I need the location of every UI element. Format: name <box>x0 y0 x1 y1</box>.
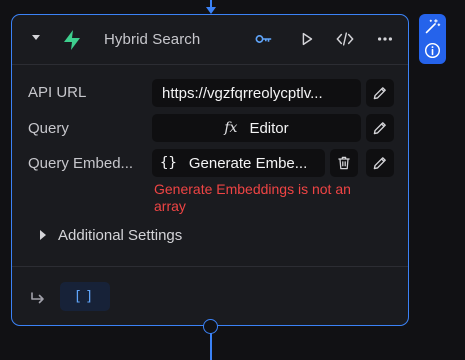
chevron-down-icon[interactable] <box>32 35 40 40</box>
query-embedding-label: Query Embed... <box>28 155 134 172</box>
node-header[interactable]: Hybrid Search <box>12 15 408 64</box>
query-embedding-value: Generate Embe... <box>188 154 308 172</box>
api-url-value: https://vgzfqrreolycptlv... <box>162 84 323 102</box>
outgoing-edge <box>210 333 212 360</box>
supabase-logo-icon <box>64 30 80 50</box>
function-icon: 𝑓x <box>224 120 238 136</box>
query-editor-value: Editor <box>249 119 289 137</box>
play-icon[interactable] <box>298 30 316 48</box>
incoming-edge-arrow <box>206 7 216 14</box>
pencil-icon <box>373 157 386 170</box>
validation-error-message: Generate Embeddings is not an array <box>154 181 351 214</box>
node-title: Hybrid Search <box>104 31 201 48</box>
query-embedding-delete-button[interactable] <box>330 149 358 177</box>
query-edit-button[interactable] <box>366 114 394 142</box>
query-embedding-edit-button[interactable] <box>366 149 394 177</box>
query-embedding-field[interactable]: {} Generate Embe... <box>152 149 325 177</box>
pencil-icon <box>373 122 386 135</box>
api-url-edit-button[interactable] <box>366 79 394 107</box>
trash-icon <box>338 156 350 170</box>
query-label: Query <box>28 120 69 137</box>
header-divider <box>12 64 408 65</box>
output-arrow-icon <box>31 292 44 304</box>
info-icon[interactable] <box>424 42 441 59</box>
output-divider <box>12 266 408 267</box>
braces-icon: {} <box>160 155 177 171</box>
key-icon[interactable] <box>255 30 273 48</box>
additional-settings-toggle[interactable]: Additional Settings <box>58 227 182 244</box>
pencil-icon <box>373 87 386 100</box>
hybrid-search-node[interactable]: Hybrid Search API URL https://vgzfqrreol… <box>11 14 409 326</box>
chevron-right-icon[interactable] <box>40 230 46 240</box>
code-icon[interactable] <box>336 30 354 48</box>
output-value-badge[interactable]: [] <box>60 282 110 311</box>
more-icon[interactable] <box>376 30 394 48</box>
api-url-field[interactable]: https://vgzfqrreolycptlv... <box>152 79 361 107</box>
api-url-label: API URL <box>28 84 87 101</box>
output-port[interactable] <box>203 319 218 334</box>
query-editor-field[interactable]: 𝑓x Editor <box>152 114 361 142</box>
magic-wand-icon[interactable] <box>424 18 441 35</box>
side-toolbar <box>419 14 446 64</box>
